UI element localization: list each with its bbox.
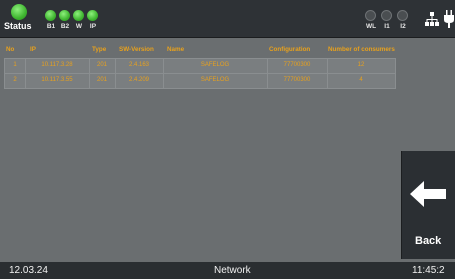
- table-row[interactable]: 1 10.117.3.28 201 2.4.163 SAFELOG 777003…: [4, 58, 396, 74]
- arrow-left-icon: [410, 181, 446, 207]
- page-title: Network: [214, 265, 251, 276]
- cell-consumers: 4: [359, 77, 363, 83]
- status-indicator[interactable]: Status: [4, 4, 38, 34]
- table-row[interactable]: 2 10.117.3.55 201 2.4.209 SAFELOG 777003…: [4, 74, 396, 89]
- status-label: Status: [4, 21, 32, 31]
- footer-date: 12.03.24: [9, 265, 48, 276]
- cell-ip: 10.117.3.55: [41, 77, 73, 83]
- indicator-wl: WL: [364, 10, 378, 32]
- cell-configuration: 77700300: [283, 62, 311, 68]
- led-w-icon: [73, 10, 84, 21]
- indicator-label: I2: [400, 23, 406, 30]
- table-header: No IP Type SW-Version Name Configuration…: [4, 44, 396, 58]
- cell-configuration: 77700300: [283, 77, 311, 83]
- network-table: No IP Type SW-Version Name Configuration…: [4, 44, 396, 89]
- plug-icon: [444, 10, 454, 28]
- indicator-ip: IP: [86, 10, 100, 32]
- cell-sw-version: 2.4.163: [128, 62, 150, 68]
- header-no: No: [6, 46, 15, 53]
- cell-type: 201: [96, 62, 107, 68]
- header-consumers: Number of consumers: [328, 46, 395, 53]
- back-button-label: Back: [415, 235, 442, 247]
- cell-no: 2: [13, 77, 17, 83]
- led-b2-icon: [59, 10, 70, 21]
- screen: Status B1 B2 W IP WL I1 I2 No IP Type SW…: [0, 0, 455, 279]
- header-configuration: Configuration: [269, 46, 311, 53]
- indicator-i2: I2: [396, 10, 410, 32]
- footer-bar: 12.03.24 Network 11:45:2: [0, 262, 455, 279]
- back-button[interactable]: Back: [401, 151, 455, 259]
- indicator-label: IP: [89, 23, 97, 30]
- indicator-i1: I1: [380, 10, 394, 32]
- led-i1-icon: [381, 10, 392, 21]
- led-i2-icon: [397, 10, 408, 21]
- header-type: Type: [92, 46, 107, 53]
- footer-time: 11:45:2: [412, 265, 445, 276]
- cell-name: SAFELOG: [200, 62, 230, 68]
- header-name: Name: [167, 46, 185, 53]
- network-icon[interactable]: [425, 12, 439, 26]
- cell-sw-version: 2.4.209: [128, 77, 150, 83]
- status-led-icon: [11, 4, 27, 20]
- cell-consumers: 12: [357, 62, 365, 68]
- cell-name: SAFELOG: [200, 77, 230, 83]
- cell-ip: 10.117.3.28: [41, 62, 73, 68]
- status-bar: Status B1 B2 W IP WL I1 I2: [0, 0, 455, 38]
- led-b1-icon: [45, 10, 56, 21]
- cell-type: 201: [96, 77, 107, 83]
- led-ip-icon: [87, 10, 98, 21]
- header-sw-version: SW-Version: [119, 46, 154, 53]
- header-ip: IP: [30, 46, 36, 53]
- led-wl-icon: [365, 10, 376, 21]
- cell-no: 1: [13, 62, 17, 68]
